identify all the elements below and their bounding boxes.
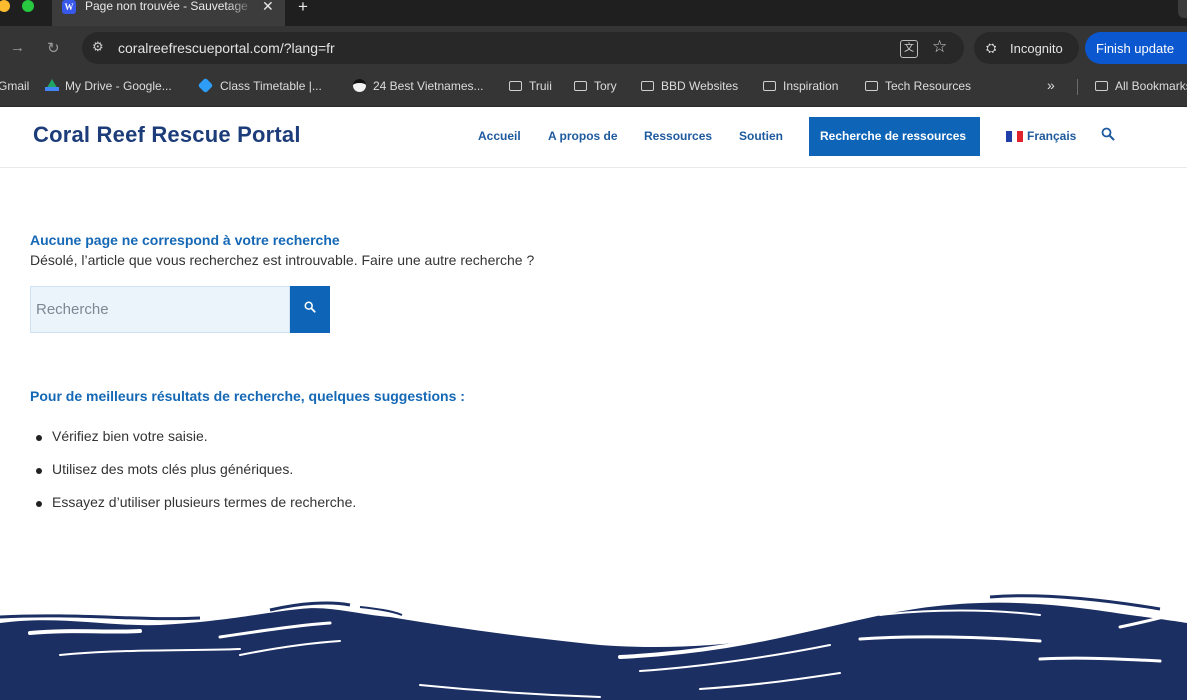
- language-switcher[interactable]: Français: [1027, 129, 1076, 143]
- address-bar[interactable]: ⚙ coralreefrescueportal.com/?lang=fr 文 ☆: [82, 32, 964, 64]
- french-flag-icon: [1006, 129, 1023, 142]
- tab-search-button[interactable]: [1178, 0, 1187, 18]
- search-submit-button[interactable]: [290, 286, 330, 333]
- reload-icon[interactable]: ↻: [47, 39, 60, 57]
- nav-ressources[interactable]: Ressources: [644, 129, 712, 143]
- suggestions-list: Vérifiez bien votre saisie. Utilisez des…: [30, 428, 356, 527]
- bookmark-class-timetable[interactable]: Class Timetable |...: [197, 77, 322, 94]
- site-settings-icon[interactable]: ⚙: [92, 39, 104, 55]
- folder-icon: [763, 81, 776, 91]
- bookmark-vietnamese[interactable]: 24 Best Vietnames...: [353, 79, 484, 93]
- nav-a-propos[interactable]: A propos de: [548, 129, 618, 143]
- bookmark-folder-inspiration[interactable]: Inspiration: [763, 79, 838, 93]
- close-tab-icon[interactable]: ✕: [262, 0, 274, 15]
- incognito-label: Incognito: [1010, 41, 1063, 56]
- folder-icon: [1095, 81, 1108, 91]
- wave-footer-decoration: [0, 594, 1187, 700]
- translate-icon[interactable]: 文: [900, 40, 918, 58]
- nav-soutien[interactable]: Soutien: [739, 129, 783, 143]
- search-input[interactable]: [30, 286, 290, 333]
- list-item: Vérifiez bien votre saisie.: [30, 428, 356, 461]
- not-found-heading: Aucune page ne correspond à votre recher…: [30, 232, 340, 248]
- browser-tab-strip: W Page non trouvée - Sauvetage ✕ +: [0, 0, 1187, 26]
- url-text[interactable]: coralreefrescueportal.com/?lang=fr: [118, 40, 335, 56]
- bookmark-label: My Drive - Google...: [65, 79, 172, 93]
- list-item: Utilisez des mots clés plus génériques.: [30, 461, 356, 494]
- suggestions-heading: Pour de meilleurs résultats de recherche…: [30, 388, 465, 404]
- bookmark-label: Tech Resources: [885, 79, 972, 93]
- folder-icon: [865, 81, 878, 91]
- bookmark-label: Tory: [594, 79, 617, 93]
- bookmark-label: BBD Websites: [661, 79, 739, 93]
- new-tab-button[interactable]: +: [298, 0, 308, 17]
- bookmark-folder-bbd-websites[interactable]: BBD Websites: [641, 79, 738, 93]
- maximize-window-button[interactable]: [22, 0, 34, 12]
- bookmark-label: Class Timetable |...: [220, 79, 322, 93]
- bookmarks-divider: [1077, 79, 1078, 95]
- folder-icon: [509, 81, 522, 91]
- nav-accueil[interactable]: Accueil: [478, 129, 521, 143]
- list-item: Essayez d’utiliser plusieurs termes de r…: [30, 494, 356, 527]
- forward-arrow-icon[interactable]: →: [10, 39, 25, 56]
- minimize-window-button[interactable]: [0, 0, 10, 12]
- header-search-icon[interactable]: [1101, 127, 1115, 141]
- bookmark-folder-tory[interactable]: Tory: [574, 79, 617, 93]
- folder-icon: [574, 81, 587, 91]
- site-header: Coral Reef Rescue Portal Accueil A propo…: [0, 107, 1187, 168]
- bookmark-gmail[interactable]: Gmail: [0, 79, 29, 93]
- nav-cta-label: Recherche de ressources: [820, 129, 967, 143]
- bookmark-folder-tech-resources[interactable]: Tech Resources: [865, 79, 971, 93]
- search-icon: [304, 301, 316, 313]
- bookmark-folder-truii[interactable]: Truii: [509, 79, 552, 93]
- browser-toolbar: → ↻ ⚙ coralreefrescueportal.com/?lang=fr…: [0, 26, 1187, 70]
- not-found-message: Désolé, l’article que vous recherchez es…: [30, 252, 535, 268]
- bookmark-star-icon[interactable]: ☆: [932, 37, 947, 57]
- more-bookmarks-chevron-icon[interactable]: »: [1047, 77, 1055, 93]
- bookmark-label: Truii: [529, 79, 552, 93]
- finish-update-label: Finish update: [1096, 41, 1175, 56]
- nav-recherche-ressources-button[interactable]: Recherche de ressources: [809, 117, 980, 156]
- bookmark-label: Gmail: [0, 79, 30, 93]
- site-logo[interactable]: Coral Reef Rescue Portal: [33, 122, 301, 148]
- finish-update-button[interactable]: Finish update: [1085, 32, 1187, 64]
- avatar-face-icon: [353, 79, 366, 92]
- incognito-icon: ⛭: [986, 40, 997, 55]
- tab-title: Page non trouvée - Sauvetage: [85, 0, 255, 13]
- folder-icon: [641, 81, 654, 91]
- wordpress-favicon-icon: W: [62, 0, 76, 14]
- incognito-indicator[interactable]: ⛭ Incognito: [974, 32, 1079, 64]
- google-drive-icon: [45, 79, 59, 91]
- bookmarks-bar: Gmail My Drive - Google... Class Timetab…: [0, 70, 1187, 107]
- bookmark-all-bookmarks[interactable]: All Bookmarks: [1095, 79, 1187, 93]
- browser-tab-active[interactable]: W Page non trouvée - Sauvetage ✕: [52, 0, 285, 26]
- bookmark-label: All Bookmarks: [1115, 79, 1187, 93]
- bookmark-label: Inspiration: [783, 79, 839, 93]
- bookmark-label: 24 Best Vietnames...: [373, 79, 484, 93]
- timetable-icon: [197, 77, 214, 94]
- bookmark-my-drive[interactable]: My Drive - Google...: [45, 79, 172, 93]
